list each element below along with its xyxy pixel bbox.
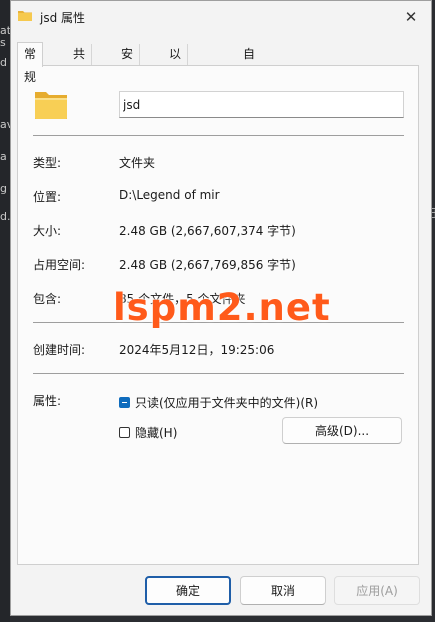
created-label: 创建时间: — [33, 343, 86, 357]
folder-name-input[interactable] — [119, 91, 404, 118]
folder-icon — [18, 11, 32, 21]
disk-size-value: 2.48 GB (2,667,769,856 字节) — [119, 258, 296, 272]
properties-dialog: jsd 属性 ✕ 常规 共享 安全 以前的版本 自定义 类型: 文件夹 位置: … — [10, 0, 432, 616]
cancel-button[interactable]: 取消 — [240, 576, 326, 605]
folder-icon — [35, 92, 67, 119]
background-text: s — [0, 36, 6, 49]
type-label: 类型: — [33, 156, 62, 170]
tab-security[interactable]: 安全 — [115, 44, 141, 82]
hidden-label: 隐藏(H) — [135, 425, 178, 440]
tab-customize[interactable]: 自定义 — [237, 44, 261, 103]
type-value: 文件夹 — [119, 156, 156, 170]
apply-button[interactable]: 应用(A) — [334, 576, 420, 605]
location-value: D:\Legend of mir — [119, 188, 220, 202]
divider — [33, 135, 404, 136]
disk-size-label: 占用空间: — [33, 258, 86, 272]
tab-previous-versions[interactable]: 以前的版本 — [163, 44, 189, 145]
background-text: d. — [0, 210, 11, 223]
readonly-label: 只读(仅应用于文件夹中的文件)(R) — [135, 395, 319, 410]
background-text: a — [0, 150, 7, 163]
tab-sharing[interactable]: 共享 — [67, 44, 93, 82]
checkbox-indeterminate-icon — [119, 396, 130, 408]
ok-button[interactable]: 确定 — [145, 576, 231, 605]
size-value: 2.48 GB (2,667,607,374 字节) — [119, 224, 296, 238]
title-bar[interactable]: jsd 属性 ✕ — [11, 1, 431, 33]
size-label: 大小: — [33, 224, 62, 238]
readonly-checkbox[interactable]: 只读(仅应用于文件夹中的文件)(R) — [119, 394, 318, 410]
window-title: jsd 属性 — [40, 11, 86, 25]
watermark-text: lspm2.net — [113, 286, 331, 329]
background-window-edge — [0, 0, 10, 622]
location-label: 位置: — [33, 190, 62, 204]
checkbox-empty-icon — [119, 426, 130, 438]
attributes-label: 属性: — [33, 394, 62, 408]
close-icon[interactable]: ✕ — [401, 7, 421, 27]
divider — [33, 373, 404, 374]
contains-label: 包含: — [33, 292, 62, 306]
background-text: d — [0, 56, 7, 69]
background-text: g — [0, 182, 7, 195]
advanced-button[interactable]: 高级(D)... — [282, 417, 402, 444]
created-value: 2024年5月12日，19:25:06 — [119, 343, 275, 357]
tab-general[interactable]: 常规 — [17, 42, 44, 84]
hidden-checkbox[interactable]: 隐藏(H) — [119, 424, 177, 440]
